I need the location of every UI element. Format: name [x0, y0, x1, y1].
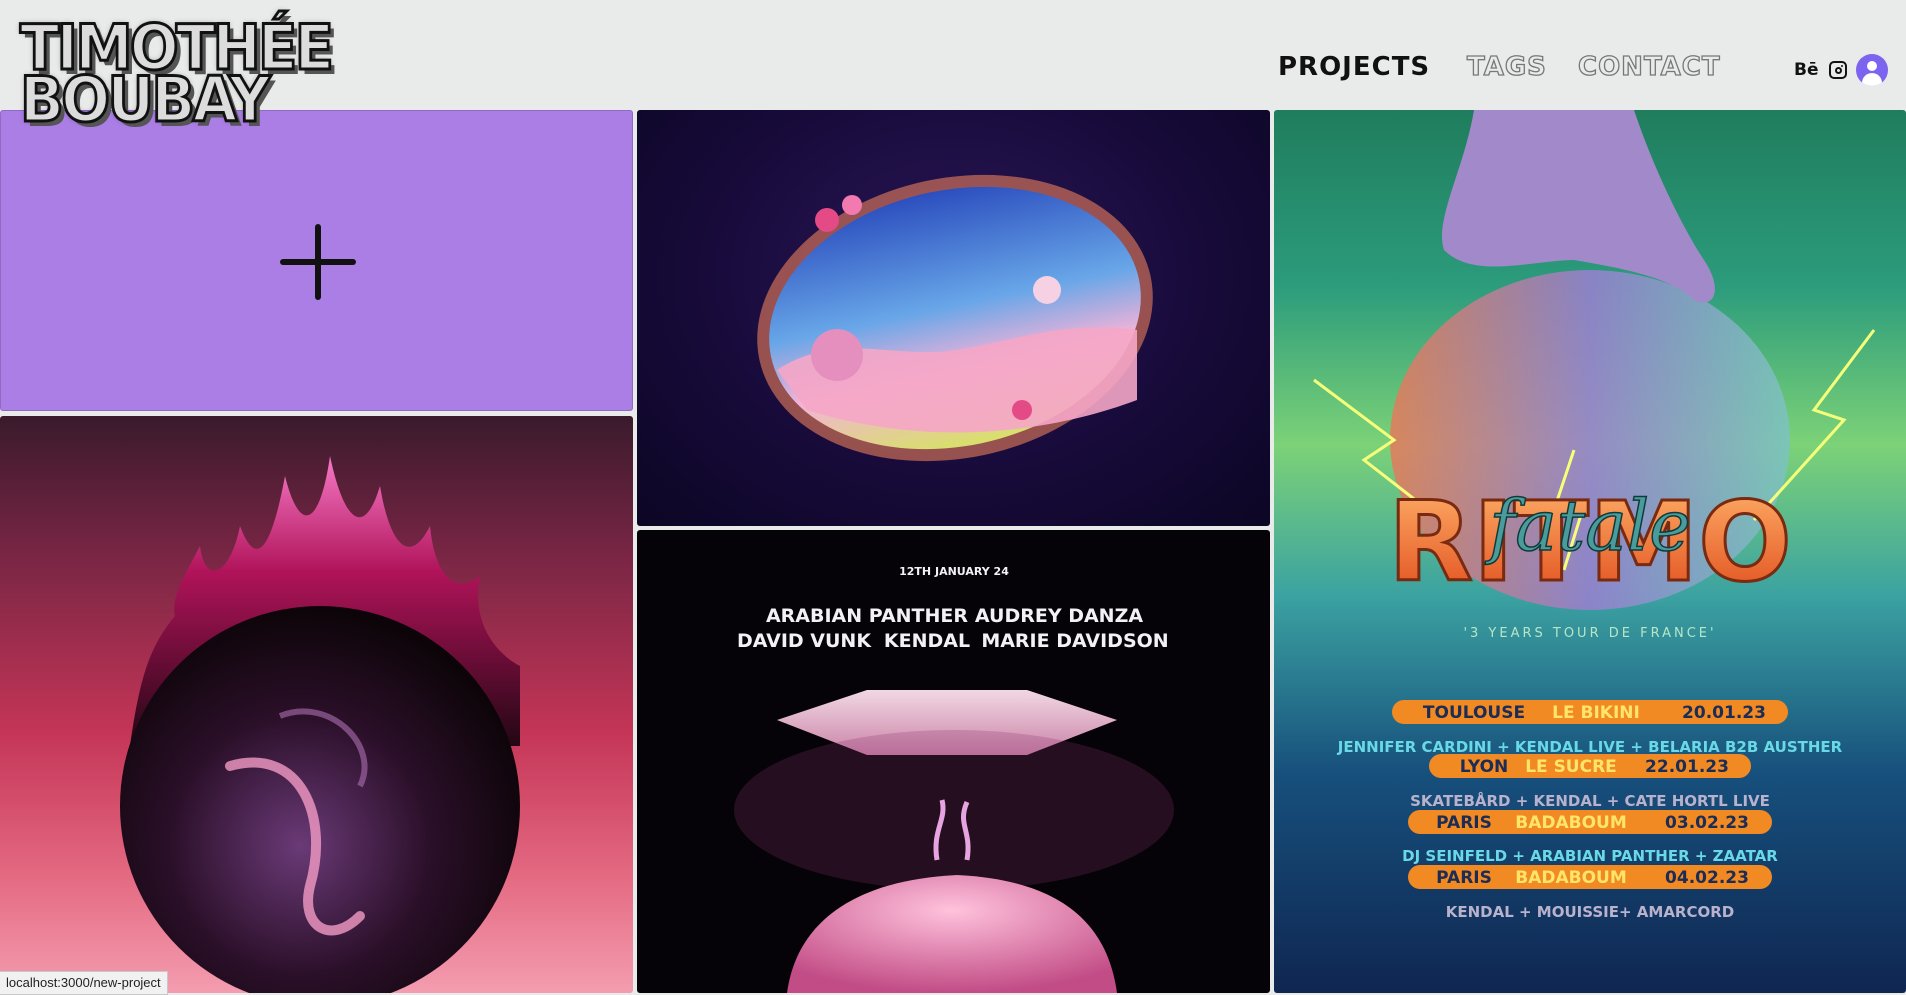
tour-date: 03.02.23 [1665, 813, 1749, 833]
tour-lineup: JENNIFER CARDINI + KENDAL LIVE + BELARIA… [1337, 738, 1843, 756]
tour-venue: LE SUCRE [1525, 757, 1617, 777]
instagram-icon[interactable] [1829, 61, 1847, 79]
tour-date-1: TOULOUSE LE BIKINI 20.01.23 [1392, 700, 1788, 724]
site-logo[interactable]: TIMOTHÉE BOUBAY [19, 15, 336, 132]
tour-city: TOULOUSE [1423, 703, 1525, 723]
fire-orb-artwork [120, 456, 520, 993]
user-avatar-icon[interactable] [1856, 54, 1888, 86]
nav-projects-link[interactable]: PROJECTS [1278, 52, 1430, 82]
portal-artwork [757, 174, 1153, 462]
tour-lineup: SKATEBÅRD + KENDAL + CATE HORTL LIVE [1410, 791, 1770, 810]
nav-contact-link[interactable]: CONTACT [1577, 51, 1721, 82]
tour-city: LYON [1460, 757, 1509, 777]
gig-artist: DAVID VUNK [737, 630, 872, 652]
gig-artist: KENDAL [884, 630, 970, 652]
tour-lineup: DJ SEINFELD + ARABIAN PANTHER + ZAATAR [1402, 847, 1778, 865]
tour-venue: LE BIKINI [1552, 703, 1640, 723]
project-tile-portal[interactable] [637, 110, 1270, 526]
tour-date: 04.02.23 [1665, 868, 1749, 888]
gig-poster-artwork: 12TH JANUARY 24 ARABIAN PANTHER AUDREY D… [734, 565, 1174, 993]
ritmo-poster-artwork: RITMO fatale '3 YEARS TOUR DE FRANCE' TO… [1313, 110, 1876, 921]
ritmo-script-title: fatale [1484, 485, 1690, 567]
tour-date-3: PARIS BADABOUM 03.02.23 [1408, 810, 1772, 834]
gig-artist: MARIE DAVIDSON [981, 630, 1168, 652]
project-tile-gig-poster[interactable]: 12TH JANUARY 24 ARABIAN PANTHER AUDREY D… [637, 530, 1270, 993]
tour-date-4: PARIS BADABOUM 04.02.23 [1408, 865, 1772, 889]
gig-date: 12TH JANUARY 24 [899, 565, 1009, 578]
nav-tags-link[interactable]: TAGS [1466, 51, 1547, 82]
tour-venue: BADABOUM [1515, 868, 1627, 888]
behance-icon[interactable]: Bē [1794, 60, 1819, 80]
tour-date-2: LYON LE SUCRE 22.01.23 [1429, 754, 1751, 778]
status-bar-url: localhost:3000/new-project [0, 971, 168, 995]
project-tile-ritmo-fatale[interactable]: RITMO fatale '3 YEARS TOUR DE FRANCE' TO… [1274, 110, 1906, 993]
tour-venue: BADABOUM [1515, 813, 1627, 833]
gig-artist: AUDREY DANZA [975, 605, 1143, 627]
gig-artist: ARABIAN PANTHER [766, 605, 968, 627]
project-tile-fire-orb[interactable] [0, 416, 633, 993]
tour-city: PARIS [1436, 813, 1492, 833]
tour-date: 22.01.23 [1645, 757, 1729, 777]
tour-city: PARIS [1436, 868, 1492, 888]
tour-lineup: KENDAL + MOUISSIE+ AMARCORD [1446, 903, 1735, 921]
new-project-tile[interactable] [0, 110, 633, 411]
ritmo-subtitle: '3 YEARS TOUR DE FRANCE' [1463, 626, 1716, 641]
plus-icon [280, 224, 356, 300]
tour-date: 20.01.23 [1682, 703, 1766, 723]
